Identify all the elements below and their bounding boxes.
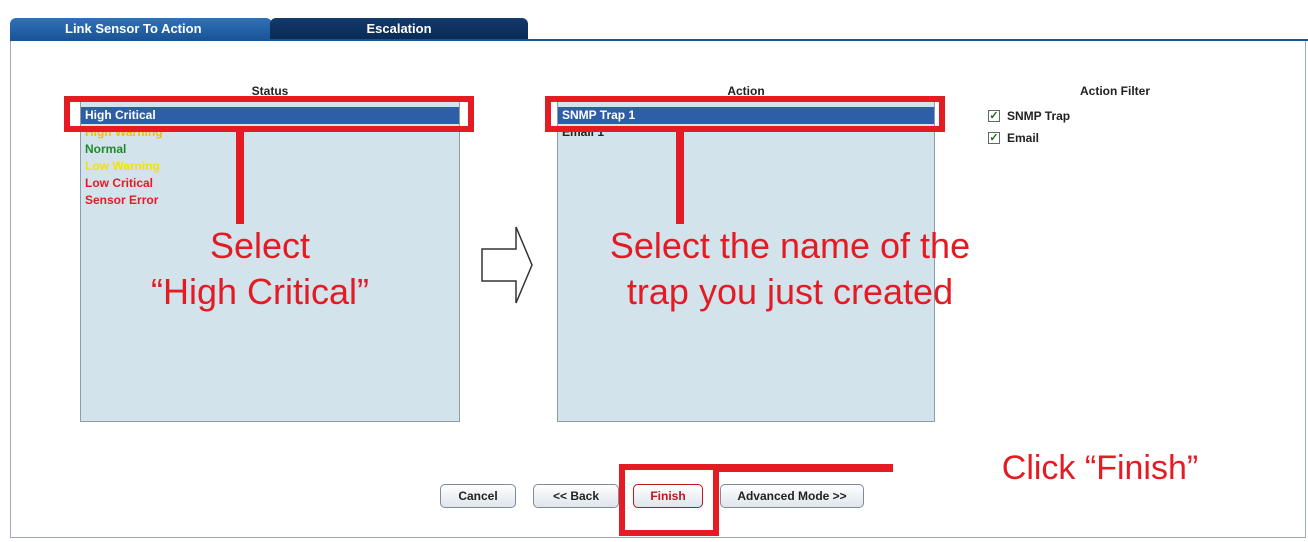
annotation-connector-action	[676, 132, 684, 224]
annotation-click-finish: Click “Finish”	[1001, 449, 1199, 487]
status-item-low-warning[interactable]: Low Warning	[81, 158, 459, 175]
annotation-connector-status	[236, 132, 244, 224]
highlight-snmp-trap-1	[545, 96, 945, 132]
advanced-mode-button[interactable]: Advanced Mode >>	[720, 484, 864, 508]
snmp-trap-checkbox[interactable]: ✓	[988, 110, 1000, 122]
action-filter-heading: Action Filter	[1079, 84, 1150, 98]
annotation-select-trap-line1: Select the name of the	[609, 225, 971, 266]
arrow-right-icon	[481, 226, 533, 304]
highlight-finish-button	[619, 464, 719, 536]
email-checkbox[interactable]: ✓	[988, 132, 1000, 144]
tab-link-sensor-to-action[interactable]: Link Sensor To Action	[10, 18, 272, 40]
back-button[interactable]: << Back	[533, 484, 619, 508]
annotation-select-trap-line2: trap you just created	[626, 271, 954, 312]
snmp-trap-checkbox-label: SNMP Trap	[1007, 109, 1071, 123]
annotation-select-label: Select	[209, 225, 311, 266]
highlight-high-critical	[64, 96, 474, 132]
cancel-button[interactable]: Cancel	[440, 484, 516, 508]
tab-escalation[interactable]: Escalation	[270, 18, 528, 40]
status-item-low-critical[interactable]: Low Critical	[81, 175, 459, 192]
status-item-sensor-error[interactable]: Sensor Error	[81, 192, 459, 209]
annotation-high-critical-label: “High Critical”	[150, 271, 370, 312]
annotation-connector-finish	[715, 464, 893, 472]
email-checkbox-label: Email	[1007, 131, 1040, 145]
status-item-normal[interactable]: Normal	[81, 141, 459, 158]
